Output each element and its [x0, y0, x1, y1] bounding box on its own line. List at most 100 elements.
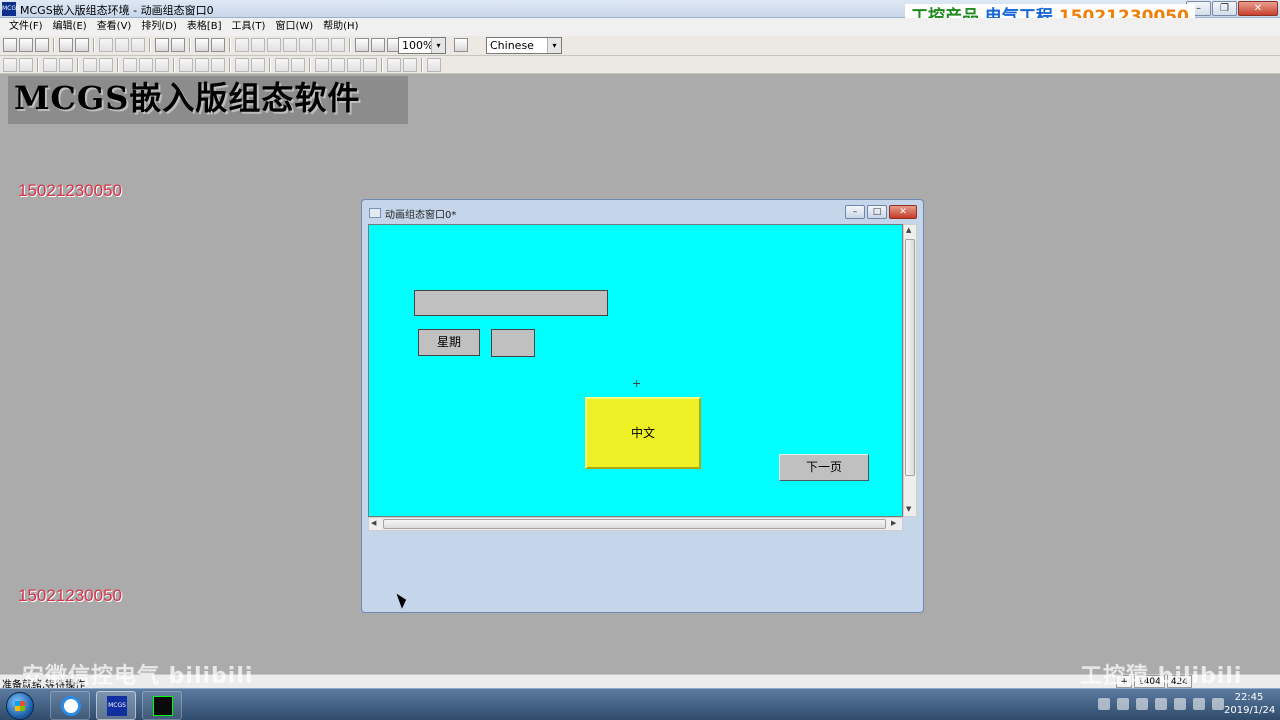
week-label-button[interactable]: 星期: [418, 329, 480, 356]
scroll-left-icon[interactable]: ◀: [371, 519, 376, 527]
align-right-icon[interactable]: [19, 58, 33, 72]
print-preview-icon[interactable]: [75, 38, 89, 52]
space-v-icon[interactable]: [195, 58, 209, 72]
align-icon[interactable]: [235, 38, 249, 52]
network-icon[interactable]: [1212, 698, 1224, 710]
animation-window-titlebar[interactable]: 动画组态窗口0* – □ ✕: [362, 200, 923, 224]
font-icon[interactable]: [283, 38, 297, 52]
menu-bar: 文件(F) 编辑(E) 查看(V) 排列(D) 表格[B] 工具(T) 窗口(W…: [0, 18, 1280, 36]
new-icon[interactable]: [3, 38, 17, 52]
tray-keyboard-icon[interactable]: [1098, 698, 1110, 710]
menu-help[interactable]: 帮助(H): [318, 18, 363, 36]
line-style-icon[interactable]: [299, 38, 313, 52]
menu-tools[interactable]: 工具(T): [227, 18, 271, 36]
taskbar-app-browser[interactable]: [50, 691, 90, 720]
tools-icon[interactable]: [195, 38, 209, 52]
menu-file[interactable]: 文件(F): [4, 18, 48, 36]
time-display-box[interactable]: [414, 290, 608, 316]
open-icon[interactable]: [19, 38, 33, 52]
same-height-icon[interactable]: [139, 58, 153, 72]
close-button[interactable]: ✕: [1238, 1, 1278, 16]
save-icon[interactable]: [35, 38, 49, 52]
cut-icon[interactable]: [99, 38, 113, 52]
workspace: MCGS嵌入版组态软件 15021230050 15021230050 动画组态…: [0, 74, 1280, 674]
lock-icon[interactable]: [387, 58, 401, 72]
toolbox-icon[interactable]: [211, 38, 225, 52]
menu-arrange[interactable]: 排列(D): [136, 18, 182, 36]
layer-down-icon[interactable]: [363, 58, 377, 72]
horizontal-scroll-thumb[interactable]: [383, 519, 886, 529]
fill-icon[interactable]: [315, 38, 329, 52]
check-icon[interactable]: [371, 38, 385, 52]
unlock-icon[interactable]: [403, 58, 417, 72]
start-button[interactable]: [6, 692, 34, 720]
flip-v-icon[interactable]: [291, 58, 305, 72]
menu-table[interactable]: 表格[B]: [182, 18, 227, 36]
toolbar-separator: [53, 38, 55, 52]
same-width-icon[interactable]: [123, 58, 137, 72]
center-v-icon[interactable]: [99, 58, 113, 72]
redo-icon[interactable]: [171, 38, 185, 52]
taskbar-app-simulator[interactable]: [142, 691, 182, 720]
align-left-icon[interactable]: [3, 58, 17, 72]
same-size-icon[interactable]: [155, 58, 169, 72]
tray-shield-icon[interactable]: [1136, 698, 1148, 710]
zoom-select[interactable]: 100% ▾: [398, 37, 446, 54]
next-page-button[interactable]: 下一页: [779, 454, 869, 481]
channel-watermark-left: 安徽信控电气 bilibili: [22, 664, 254, 689]
align-top-icon[interactable]: [43, 58, 57, 72]
ungroup-icon[interactable]: [267, 38, 281, 52]
window-props-icon[interactable]: [355, 38, 369, 52]
rotate-right-icon[interactable]: [251, 58, 265, 72]
child-minimize-button[interactable]: –: [845, 205, 865, 219]
taskbar: MCGS 22:45 2019/1/24: [0, 688, 1280, 720]
horizontal-scrollbar[interactable]: ◀ ▶: [368, 517, 903, 531]
child-close-button[interactable]: ✕: [889, 205, 917, 219]
layout-toolbar: [0, 56, 1280, 74]
chevron-down-icon[interactable]: ▾: [547, 38, 561, 53]
distribute-icon[interactable]: [211, 58, 225, 72]
volume-icon[interactable]: [1193, 698, 1205, 710]
tray-app-icon[interactable]: [1117, 698, 1129, 710]
menu-edit[interactable]: 编辑(E): [48, 18, 92, 36]
taskbar-app-mcgs[interactable]: MCGS: [96, 691, 136, 720]
battery-icon[interactable]: [1174, 698, 1186, 710]
group-icon[interactable]: [251, 38, 265, 52]
space-h-icon[interactable]: [179, 58, 193, 72]
phone-watermark-bottom: 15021230050: [18, 586, 123, 605]
send-back-icon[interactable]: [331, 58, 345, 72]
vertical-scrollbar[interactable]: ▲ ▼: [903, 224, 917, 517]
toolbar-separator: [349, 38, 351, 52]
rotate-left-icon[interactable]: [235, 58, 249, 72]
undo-icon[interactable]: [155, 38, 169, 52]
design-canvas[interactable]: 星期 + 中文 下一页: [368, 224, 903, 517]
bluetooth-icon[interactable]: [1155, 698, 1167, 710]
restore-button[interactable]: ❐: [1212, 1, 1237, 16]
grid-toggle-icon[interactable]: [427, 58, 441, 72]
language-icon[interactable]: [454, 38, 468, 52]
scroll-up-icon[interactable]: ▲: [906, 226, 911, 234]
vertical-scroll-thumb[interactable]: [905, 239, 915, 476]
paste-icon[interactable]: [131, 38, 145, 52]
copy-icon[interactable]: [115, 38, 129, 52]
align-bottom-icon[interactable]: [59, 58, 73, 72]
scroll-down-icon[interactable]: ▼: [906, 505, 911, 513]
language-select[interactable]: Chinese ▾: [486, 37, 562, 54]
bring-front-icon[interactable]: [315, 58, 329, 72]
grid-icon[interactable]: [331, 38, 345, 52]
child-maximize-button[interactable]: □: [867, 205, 887, 219]
mcgs-icon: MCGS: [107, 696, 127, 716]
menu-window[interactable]: 窗口(W): [270, 18, 318, 36]
scroll-right-icon[interactable]: ▶: [891, 519, 896, 527]
system-clock[interactable]: 22:45 2019/1/24: [1224, 691, 1275, 717]
center-h-icon[interactable]: [83, 58, 97, 72]
print-icon[interactable]: [59, 38, 73, 52]
week-value-box[interactable]: [491, 329, 535, 357]
flip-h-icon[interactable]: [275, 58, 289, 72]
banner-title: MCGS嵌入版组态软件: [8, 76, 408, 124]
layer-up-icon[interactable]: [347, 58, 361, 72]
chevron-down-icon[interactable]: ▾: [431, 38, 445, 53]
chinese-button[interactable]: 中文: [585, 397, 701, 469]
simulator-icon: [153, 696, 173, 716]
menu-view[interactable]: 查看(V): [92, 18, 137, 36]
